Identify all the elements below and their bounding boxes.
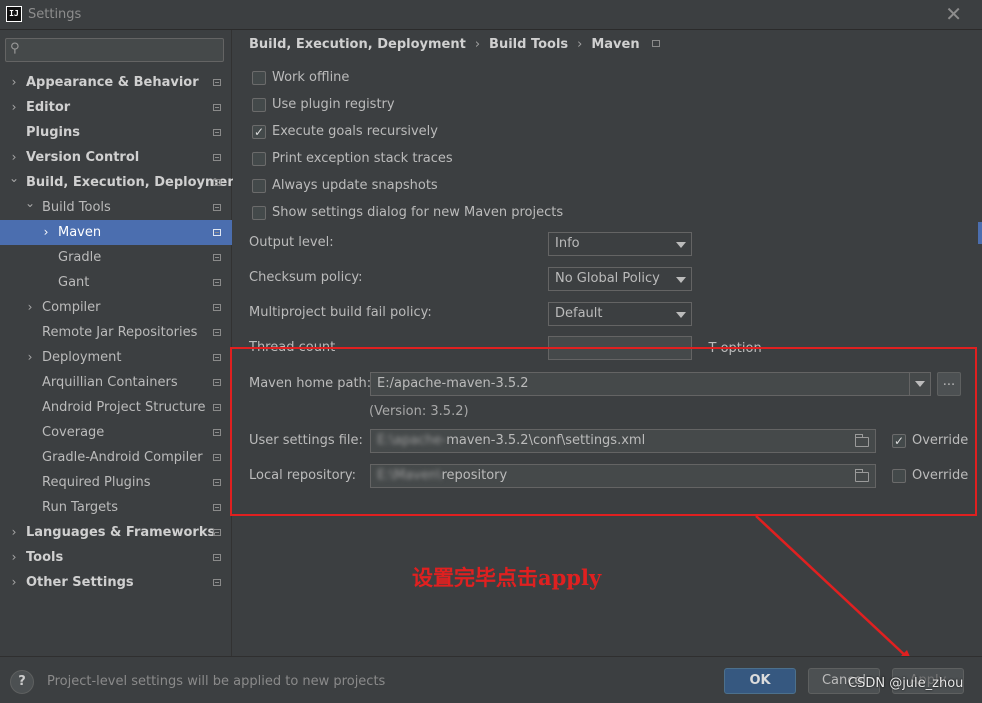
dialog-footer: ? Project-level settings will be applied…: [0, 656, 982, 703]
watermark-text: CSDN @jule_zhou: [848, 676, 964, 691]
ok-button[interactable]: OK: [724, 668, 796, 694]
annotation-arrow-icon: [755, 515, 914, 666]
footer-info-text: Project-level settings will be applied t…: [47, 674, 386, 689]
help-button[interactable]: ?: [10, 670, 34, 694]
